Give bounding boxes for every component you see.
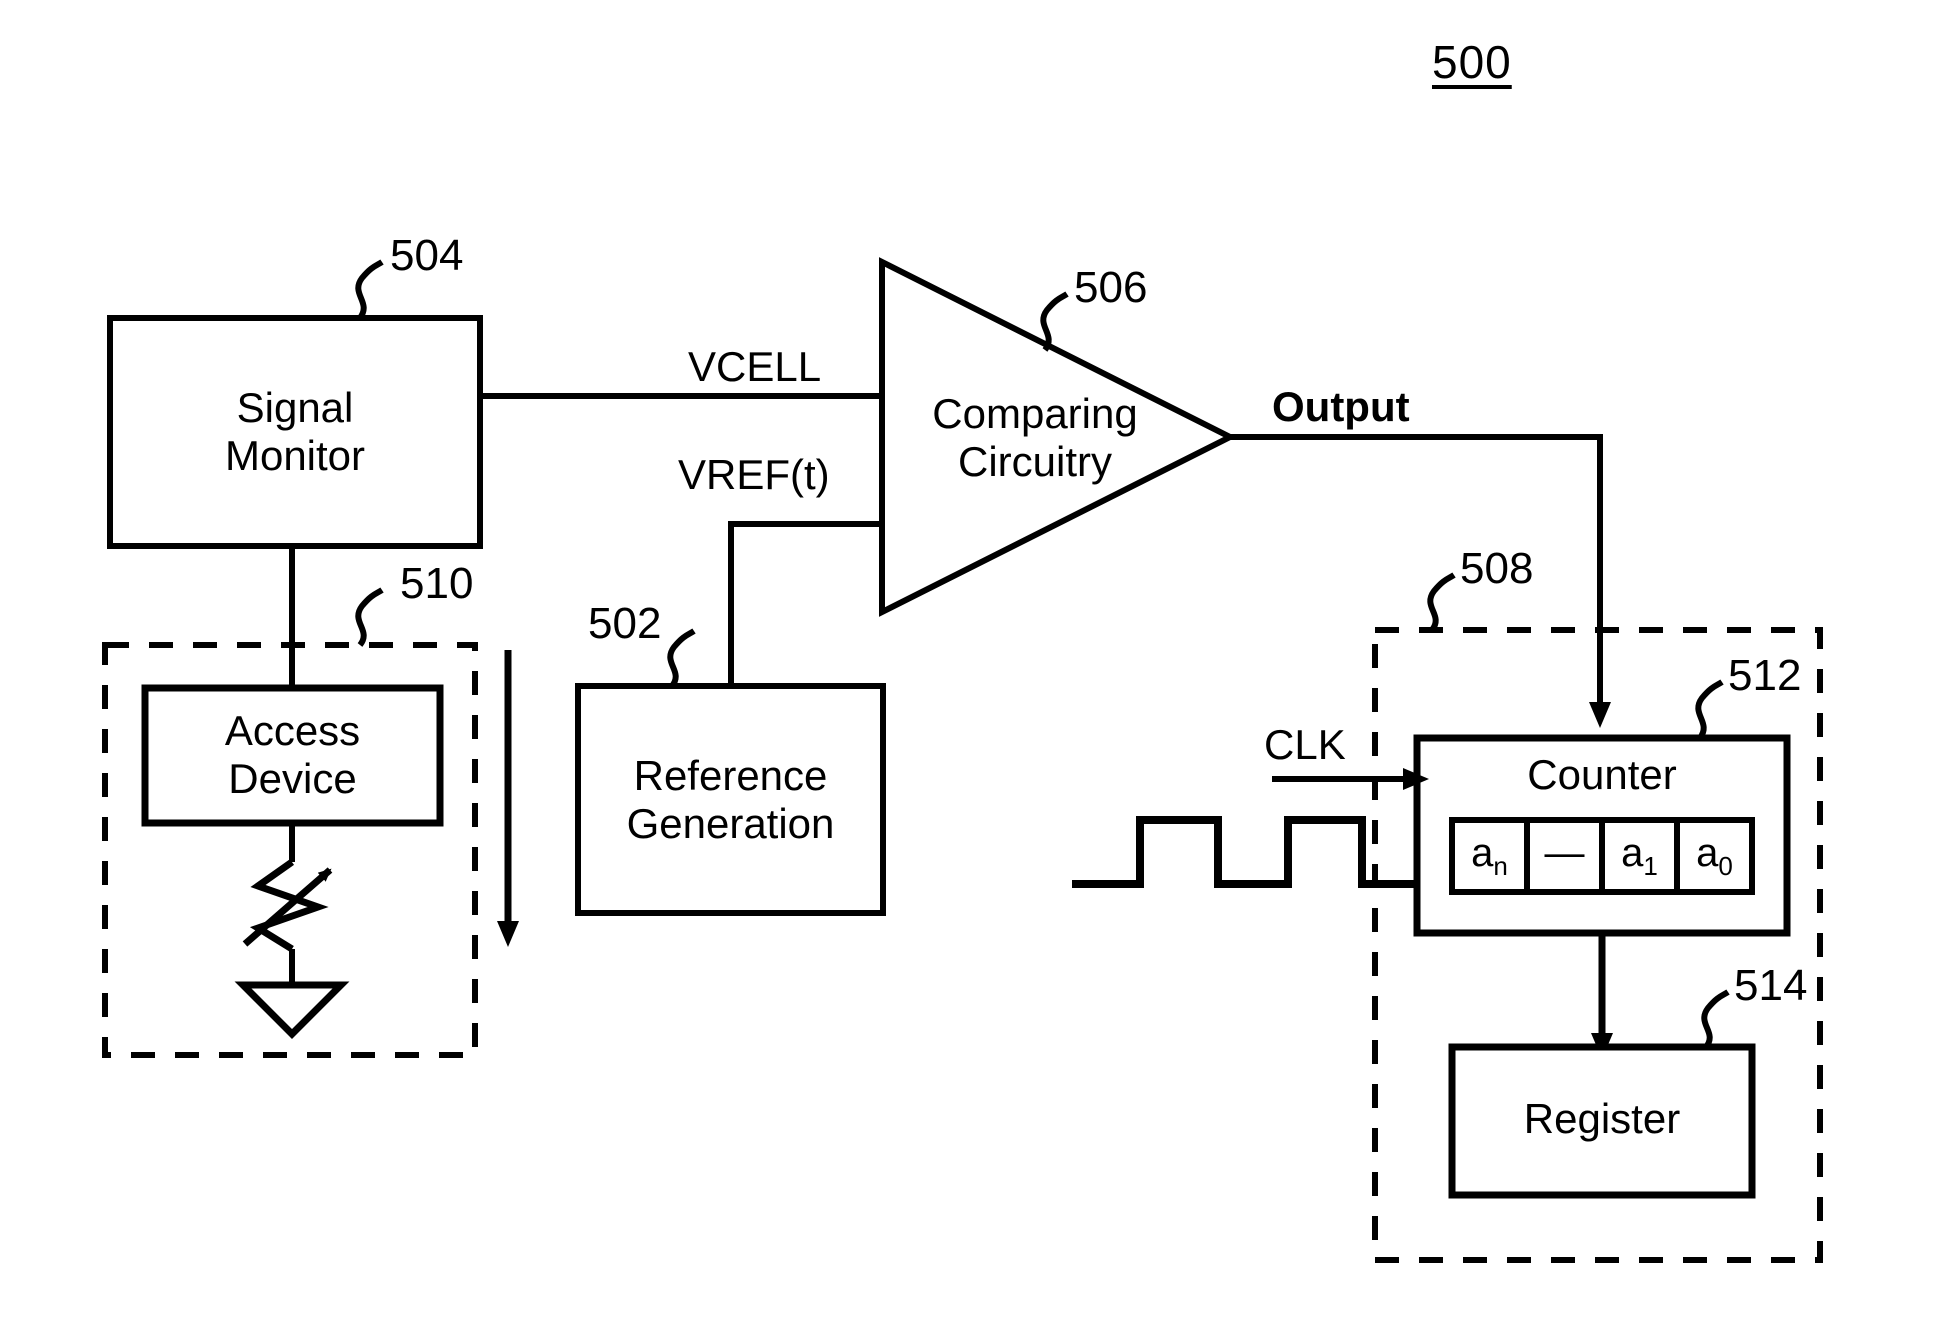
ref-numeral-510: 510	[400, 559, 474, 608]
ground-symbol	[234, 981, 350, 1039]
counter-cell-a1: a1	[1621, 831, 1658, 881]
ref-numeral-506: 506	[1074, 263, 1148, 312]
clock-waveform	[1072, 816, 1420, 888]
ref-leader-512	[1695, 679, 1724, 740]
signal-label-clk: CLK	[1264, 721, 1346, 768]
signal-label-output: Output	[1272, 383, 1410, 430]
ref-leader-514	[1701, 989, 1730, 1049]
ref-leader-506	[1040, 291, 1069, 352]
ref-leader-504	[355, 259, 384, 320]
ref-numeral-508: 508	[1460, 544, 1534, 593]
ref-numeral-504: 504	[390, 231, 464, 280]
counter-label: Counter	[1527, 751, 1677, 798]
figure-number: 500	[1432, 36, 1512, 88]
signal-monitor-label-line1: Signal	[236, 384, 354, 431]
counter-cell-ellipsis: —	[1544, 831, 1585, 875]
comparing-circuitry-label-line2: Circuitry	[958, 438, 1112, 485]
counter-cell-an: an	[1471, 831, 1508, 881]
ref-leader-510	[355, 587, 384, 647]
comparing-circuitry-label: Comparing Circuitry	[890, 368, 1180, 508]
comparing-circuitry-label-line1: Comparing	[932, 390, 1138, 437]
reference-generation-label: Reference Generation	[578, 686, 883, 913]
access-device-label-line2: Device	[228, 755, 357, 802]
reference-generation-label-line1: Reference	[633, 751, 828, 799]
signal-label-vref: VREF(t)	[678, 451, 830, 498]
counter-cell-a0: a0	[1696, 831, 1733, 881]
patent-figure-canvas: 500 504 510 502 506 508 512 514 Signal M…	[0, 0, 1934, 1318]
wire-vref	[728, 521, 882, 686]
wire-output-to-counter	[1230, 434, 1611, 728]
ref-numeral-502: 502	[588, 599, 662, 648]
register-label: Register	[1523, 1095, 1681, 1142]
signal-monitor-label: Signal Monitor	[110, 318, 480, 546]
ref-numeral-512: 512	[1728, 651, 1802, 700]
reference-generation-label-line2: Generation	[626, 799, 835, 847]
signal-monitor-label-line2: Monitor	[224, 432, 366, 479]
signal-label-vcell: VCELL	[688, 343, 822, 390]
access-device-label-line1: Access	[224, 707, 361, 754]
ref-leader-502	[667, 628, 696, 688]
ref-leader-508	[1427, 572, 1456, 632]
access-device-label: Access Device	[145, 680, 440, 830]
ref-numeral-514: 514	[1734, 961, 1808, 1010]
